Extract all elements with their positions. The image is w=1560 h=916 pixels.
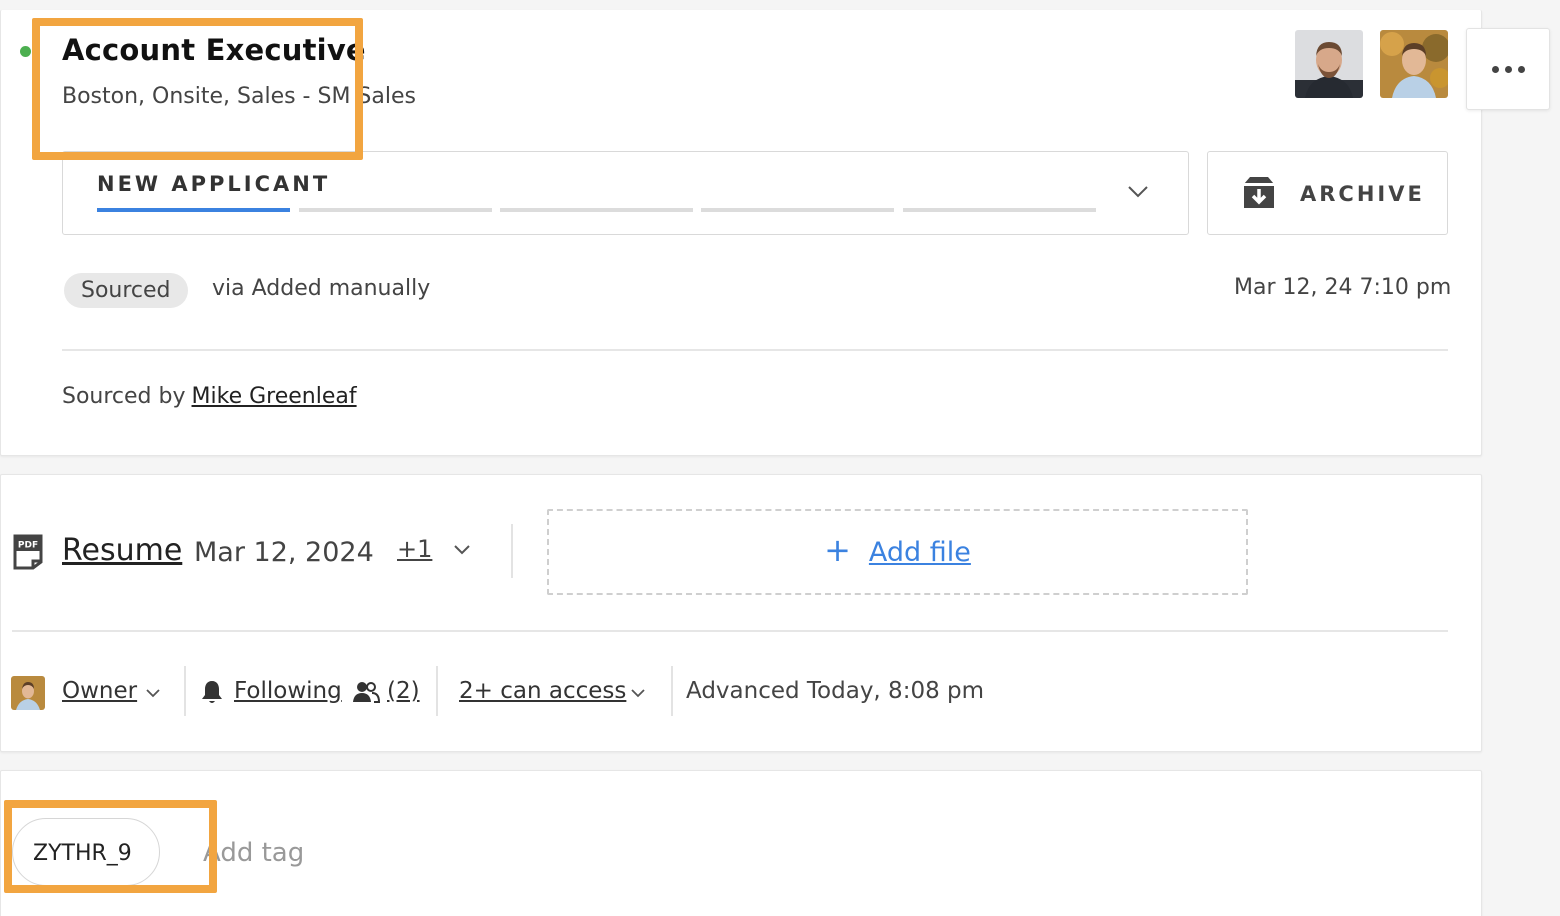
followers-count-link[interactable]: (2) [387,678,420,704]
add-file-link[interactable]: Add file [869,537,971,568]
source-date: Mar 12, 24 7:10 pm [1234,275,1452,300]
stage-label: NEW APPLICANT [97,172,331,196]
stage-step-4 [701,208,894,212]
owner-dropdown[interactable]: Owner [62,678,137,704]
stage-step-2 [299,208,492,212]
pdf-file-icon: PDF [13,534,43,570]
stage-step-3 [500,208,693,212]
chevron-down-icon [1128,186,1148,198]
add-file-dropzone[interactable]: + Add file [547,509,1248,595]
job-title[interactable]: Account Executive [62,33,366,67]
advanced-timestamp: Advanced Today, 8:08 pm [686,678,985,704]
source-badge: Sourced [64,273,188,308]
dot-icon [1504,65,1512,73]
more-options-button[interactable] [1466,28,1550,110]
dot-icon [1491,65,1499,73]
stage-step-1 [97,208,290,212]
avatar-user-2[interactable] [1380,30,1448,98]
job-subtitle: Boston, Onsite, Sales - SM Sales [62,84,416,109]
highlight-spacer [36,22,48,156]
resume-date: Mar 12, 2024 [194,537,374,568]
access-dropdown[interactable]: 2+ can access [459,678,626,704]
avatar-photo-icon [1295,30,1363,98]
plus-icon: + [824,531,851,569]
avatar-user-1[interactable] [1295,30,1363,98]
sourced-by: Sourced by Mike Greenleaf [62,384,357,409]
owner-avatar [11,676,45,710]
stage-selector[interactable]: NEW APPLICANT [62,151,1189,235]
sourced-by-label: Sourced by [62,384,186,409]
separator [511,524,513,578]
dot-icon [1517,65,1525,73]
following-toggle[interactable]: Following [234,678,342,704]
svg-text:PDF: PDF [18,541,38,551]
stage-step-5 [903,208,1096,212]
chevron-down-icon[interactable] [144,684,162,702]
archive-box-icon [1244,177,1274,208]
chevron-down-icon[interactable] [629,684,647,702]
resume-link[interactable]: Resume [62,533,182,568]
divider [62,349,1448,351]
more-files-link[interactable]: +1 [397,535,432,563]
archive-label: ARCHIVE [1300,182,1425,206]
separator [671,666,673,716]
status-dot [20,46,31,57]
avatar-photo-icon [1380,30,1448,98]
source-via: via Added manually [212,276,431,301]
chevron-down-icon[interactable] [452,540,472,560]
sourced-by-link[interactable]: Mike Greenleaf [192,384,357,409]
avatar-photo-icon [11,676,45,710]
tag-label: ZYTHR_9 [33,841,132,866]
add-tag-input[interactable]: Add tag [203,838,304,868]
divider [12,630,1448,632]
archive-button[interactable]: ARCHIVE [1207,151,1448,235]
separator [184,666,186,716]
bell-icon [202,681,222,703]
separator [436,666,438,716]
people-icon [353,682,380,703]
